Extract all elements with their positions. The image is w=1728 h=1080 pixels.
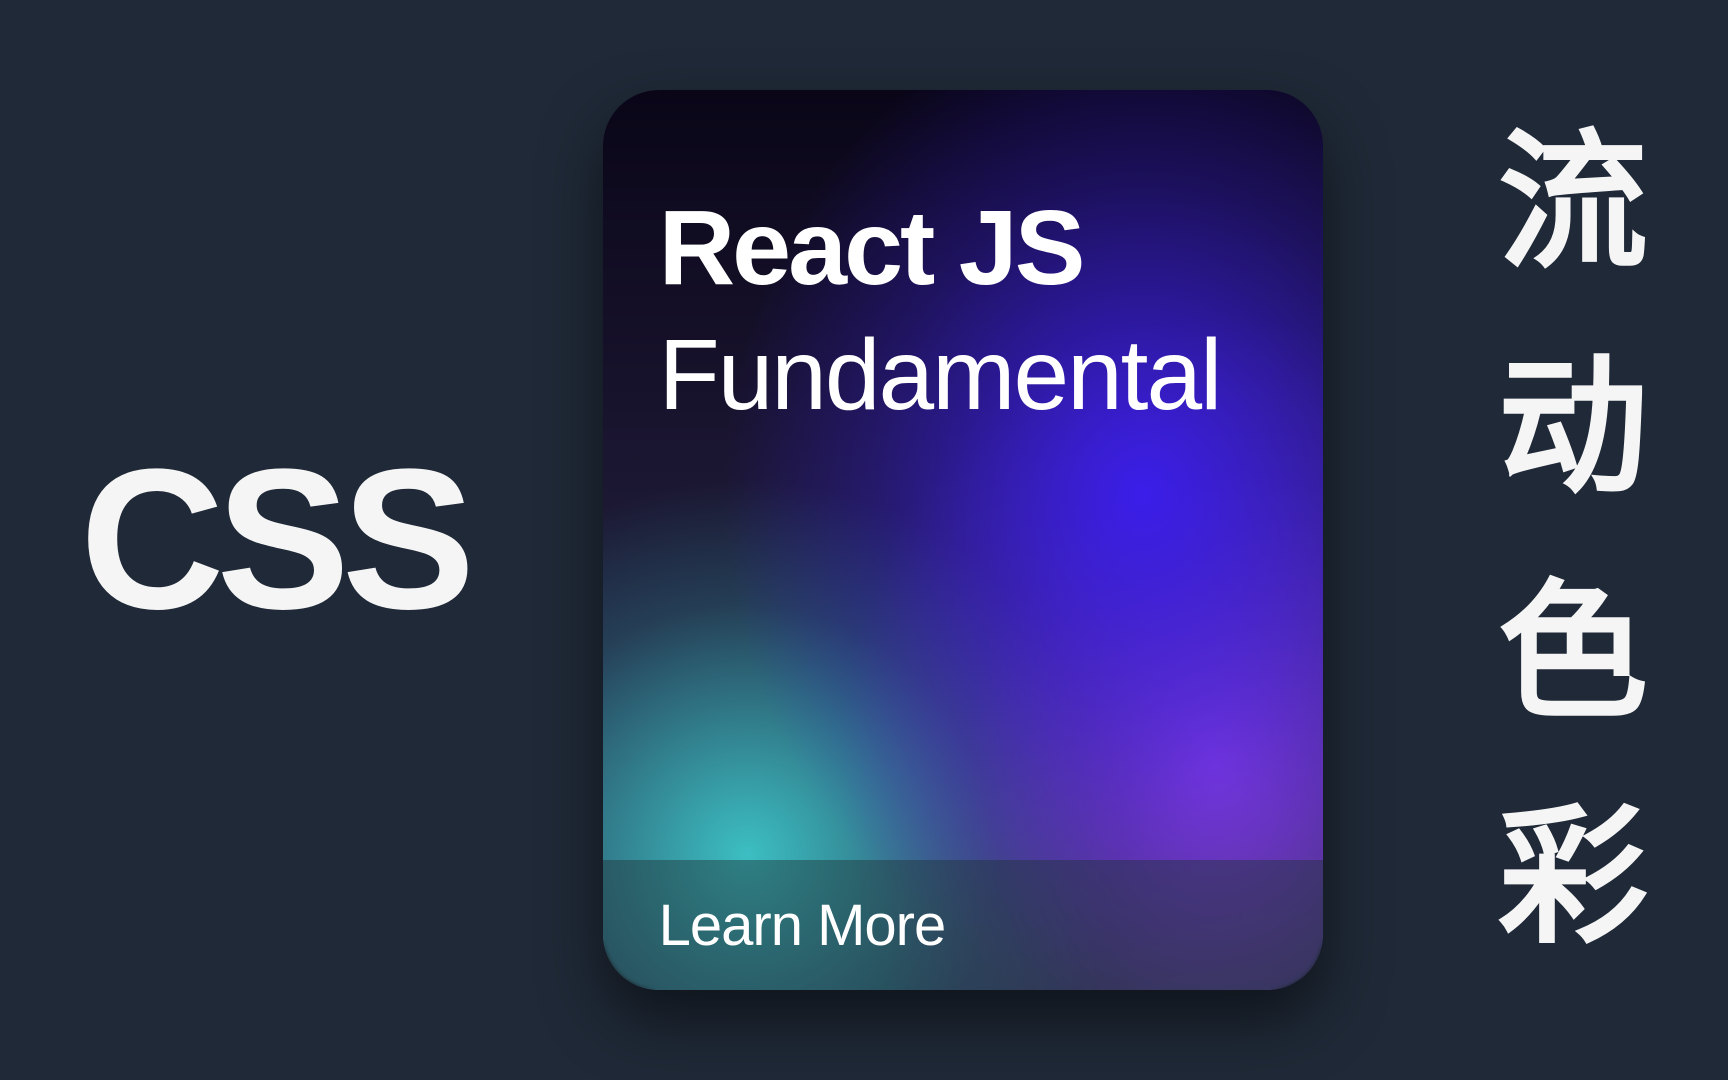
course-card[interactable]: React JS Fundamental Learn More: [603, 90, 1323, 990]
char-flow: 流: [1498, 90, 1648, 315]
card-footer[interactable]: Learn More: [603, 860, 1323, 990]
char-move: 动: [1498, 315, 1648, 540]
card-content: React JS Fundamental: [603, 90, 1323, 435]
char-hue: 彩: [1498, 765, 1648, 990]
learn-more-button[interactable]: Learn More: [659, 892, 946, 959]
char-color: 色: [1498, 540, 1648, 765]
chinese-vertical-label: 流 动 色 彩: [1498, 90, 1648, 990]
css-label: CSS: [80, 440, 467, 640]
card-subtitle: Fundamental: [659, 315, 1267, 435]
card-title: React JS: [659, 190, 1267, 307]
